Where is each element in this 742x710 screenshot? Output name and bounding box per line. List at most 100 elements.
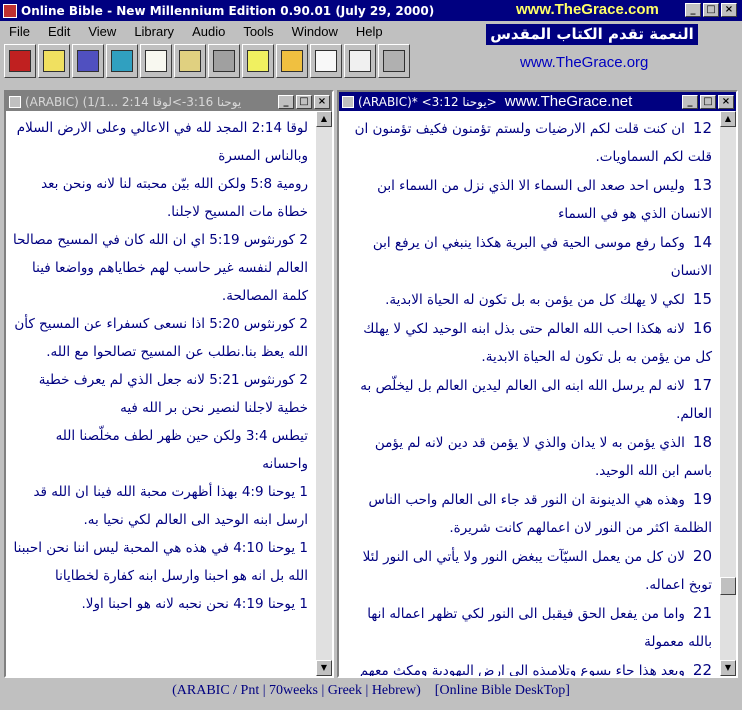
verse-text: وهذه هي الدينونة ان النور قد جاء الى الع… (368, 492, 712, 536)
verse-item[interactable]: 1 يوحنا 4:19 نحن نحبه لانه هو احبنا اولا… (10, 590, 308, 618)
chart-folder-icon (281, 50, 303, 72)
toolbar-button-clipboard[interactable] (242, 44, 274, 78)
menu-help[interactable]: Help (347, 24, 392, 39)
verse-reference[interactable]: 2 كورنثوس 5:20 (209, 316, 308, 332)
right-scrollbar[interactable]: ▲ ▼ (720, 111, 736, 676)
menu-edit[interactable]: Edit (39, 24, 79, 39)
menu-bar: File Edit View Library Audio Tools Windo… (0, 21, 392, 41)
verse-item[interactable]: 12ان كنت قلت لكم الارضيات ولستم تؤمنون ف… (343, 114, 712, 171)
left-scroll-up-button[interactable]: ▲ (316, 111, 332, 127)
left-scrollbar[interactable]: ▲ ▼ (316, 111, 332, 676)
right-verse-list[interactable]: 12ان كنت قلت لكم الارضيات ولستم تؤمنون ف… (339, 114, 720, 676)
right-pane-controls: _ □ × (682, 94, 734, 109)
menu-view[interactable]: View (79, 24, 125, 39)
menu-file[interactable]: File (0, 24, 39, 39)
verse-item[interactable]: 16لانه هكذا احب الله العالم حتى بذل ابنه… (343, 314, 712, 371)
right-pane-maximize-button[interactable]: □ (700, 94, 716, 109)
verse-text: نحن نحبه لانه هو احبنا اولا. (81, 596, 229, 612)
verse-reference[interactable]: لوقا 2:14 (252, 120, 308, 136)
brand-link[interactable]: www.TheGrace.com (516, 1, 659, 18)
toolbar-button-bible-book[interactable] (4, 44, 36, 78)
right-scroll-down-button[interactable]: ▼ (720, 660, 736, 676)
right-bible-pane: (ARABIC)* <يوحنا 3:12> www.TheGrace.net … (337, 90, 738, 678)
toolbar-button-quill-pen[interactable] (310, 44, 342, 78)
right-scroll-up-button[interactable]: ▲ (720, 111, 736, 127)
close-button[interactable]: × (721, 3, 737, 17)
right-pane-close-button[interactable]: × (718, 94, 734, 109)
toolbar-button-open-book[interactable] (140, 44, 172, 78)
library-books-icon (77, 50, 99, 72)
status-desktop[interactable]: [Online Bible DeskTop] (435, 683, 570, 699)
menu-tools[interactable]: Tools (234, 24, 282, 39)
toolbar-button-notes[interactable] (38, 44, 70, 78)
left-verse-list[interactable]: لوقا 2:14 المجد لله في الاعالي وعلى الار… (6, 114, 316, 676)
left-pane-maximize-button[interactable]: □ (296, 94, 312, 109)
window-controls: _ □ × (685, 3, 737, 17)
status-modules[interactable]: (ARABIC / Pnt | 70weeks | Greek | Hebrew… (172, 683, 421, 699)
verse-text: وليس احد صعد الى السماء الا الذي نزل من … (377, 178, 712, 222)
toolbar-button-chart-folder[interactable] (276, 44, 308, 78)
pane-window-icon[interactable] (9, 95, 21, 108)
verse-item[interactable]: 22 وبعد هذا جاء يسوع وتلاميذه الى ارض الي… (343, 656, 712, 676)
menu-library[interactable]: Library (125, 24, 183, 39)
verse-number: 18 (692, 433, 712, 451)
verse-item[interactable]: 18الذي يؤمن به لا يدان والذي لا يؤمن قد … (343, 428, 712, 485)
toolbar-button-pen-writing[interactable] (174, 44, 206, 78)
right-pane-title: (ARABIC)* <يوحنا 3:12> (358, 94, 497, 109)
verse-item[interactable]: 2 كورنثوس 5:19 اي ان الله كان في المسيح … (10, 226, 308, 310)
verse-reference[interactable]: 1 يوحنا 4:9 (242, 484, 308, 500)
pane-window-icon[interactable] (342, 95, 354, 108)
left-pane-title: (ARABIC) (1/1... يوحنا 3:16->لوقا 2:14 (25, 94, 242, 109)
verse-item[interactable]: 15 لكي لا يهلك كل من يؤمن به بل تكون له ا… (343, 285, 712, 314)
left-pane-titlebar[interactable]: (ARABIC) (1/1... يوحنا 3:16->لوقا 2:14 _… (6, 92, 332, 111)
printer-icon (383, 50, 405, 72)
verse-item[interactable]: رومية 5:8 ولكن الله بيّن محبته لنا لانه … (10, 170, 308, 226)
toolbar-button-printer[interactable] (378, 44, 410, 78)
toolbar-button-search-lens[interactable] (208, 44, 240, 78)
left-scroll-down-button[interactable]: ▼ (316, 660, 332, 676)
toolbar-button-library-books[interactable] (72, 44, 104, 78)
verse-reference[interactable]: 2 كورنثوس 5:21 (209, 372, 308, 388)
verse-item[interactable]: 13وليس احد صعد الى السماء الا الذي نزل م… (343, 171, 712, 228)
toolbar-button-globe[interactable] (106, 44, 138, 78)
bible-book-icon (9, 50, 31, 72)
left-pane-close-button[interactable]: × (314, 94, 330, 109)
verse-reference[interactable]: 2 كورنثوس 5:19 (209, 232, 308, 248)
brand-url[interactable]: www.TheGrace.org (520, 54, 648, 71)
verse-item[interactable]: 1 يوحنا 4:9 بهذا أظهرت محبة الله فينا ان… (10, 478, 308, 534)
notes-icon (43, 50, 65, 72)
verse-number: 13 (692, 176, 712, 194)
verse-item[interactable]: 17لانه لم يرسل الله ابنه الى العالم ليدي… (343, 371, 712, 428)
minimize-button[interactable]: _ (685, 3, 701, 17)
verse-item[interactable]: 20لان كل من يعمل السيّآت يبغض النور ولا … (343, 542, 712, 599)
verse-reference[interactable]: 1 يوحنا 4:10 (233, 540, 308, 556)
left-bible-pane: (ARABIC) (1/1... يوحنا 3:16->لوقا 2:14 _… (4, 90, 334, 678)
verse-number: 15 (692, 290, 712, 308)
verse-item[interactable]: 2 كورنثوس 5:21 لانه جعل الذي لم يعرف خطي… (10, 366, 308, 422)
verse-item[interactable]: 1 يوحنا 4:10 في هذه هي المحبة ليس اننا ن… (10, 534, 308, 590)
verse-reference[interactable]: رومية 5:8 (250, 176, 308, 192)
title-bar: Online Bible - New Millennium Edition 0.… (0, 0, 742, 21)
right-pane-titlebar[interactable]: (ARABIC)* <يوحنا 3:12> www.TheGrace.net … (339, 92, 736, 111)
verse-text: لانه لم يرسل الله ابنه الى العالم ليدين … (360, 378, 712, 422)
verse-reference[interactable]: تيطس 3:4 (246, 428, 308, 444)
left-pane-controls: _ □ × (278, 94, 330, 109)
verse-text: الذي يؤمن به لا يدان والذي لا يؤمن قد دي… (374, 435, 712, 479)
verse-item[interactable]: 14وكما رفع موسى الحية في البرية هكذا ينب… (343, 228, 712, 285)
verse-item[interactable]: لوقا 2:14 المجد لله في الاعالي وعلى الار… (10, 114, 308, 170)
app-icon[interactable] (3, 3, 17, 18)
menu-window[interactable]: Window (283, 24, 347, 39)
maximize-button[interactable]: □ (703, 3, 719, 17)
left-pane-minimize-button[interactable]: _ (278, 94, 294, 109)
verse-item[interactable]: تيطس 3:4 ولكن حين ظهر لطف مخلّصنا الله و… (10, 422, 308, 478)
verse-text: واما من يفعل الحق فيقبل الى النور لكي تظ… (367, 606, 712, 650)
menu-audio[interactable]: Audio (183, 24, 234, 39)
verse-reference[interactable]: 1 يوحنا 4:19 (233, 596, 308, 612)
verse-item[interactable]: 2 كورنثوس 5:20 اذا نسعى كسفراء عن المسيح… (10, 310, 308, 366)
right-pane-brand[interactable]: www.TheGrace.net (505, 93, 682, 110)
toolbar-button-document-scroll[interactable] (344, 44, 376, 78)
right-scroll-thumb[interactable] (720, 577, 736, 595)
verse-item[interactable]: 21واما من يفعل الحق فيقبل الى النور لكي … (343, 599, 712, 656)
verse-item[interactable]: 19وهذه هي الدينونة ان النور قد جاء الى ا… (343, 485, 712, 542)
right-pane-minimize-button[interactable]: _ (682, 94, 698, 109)
